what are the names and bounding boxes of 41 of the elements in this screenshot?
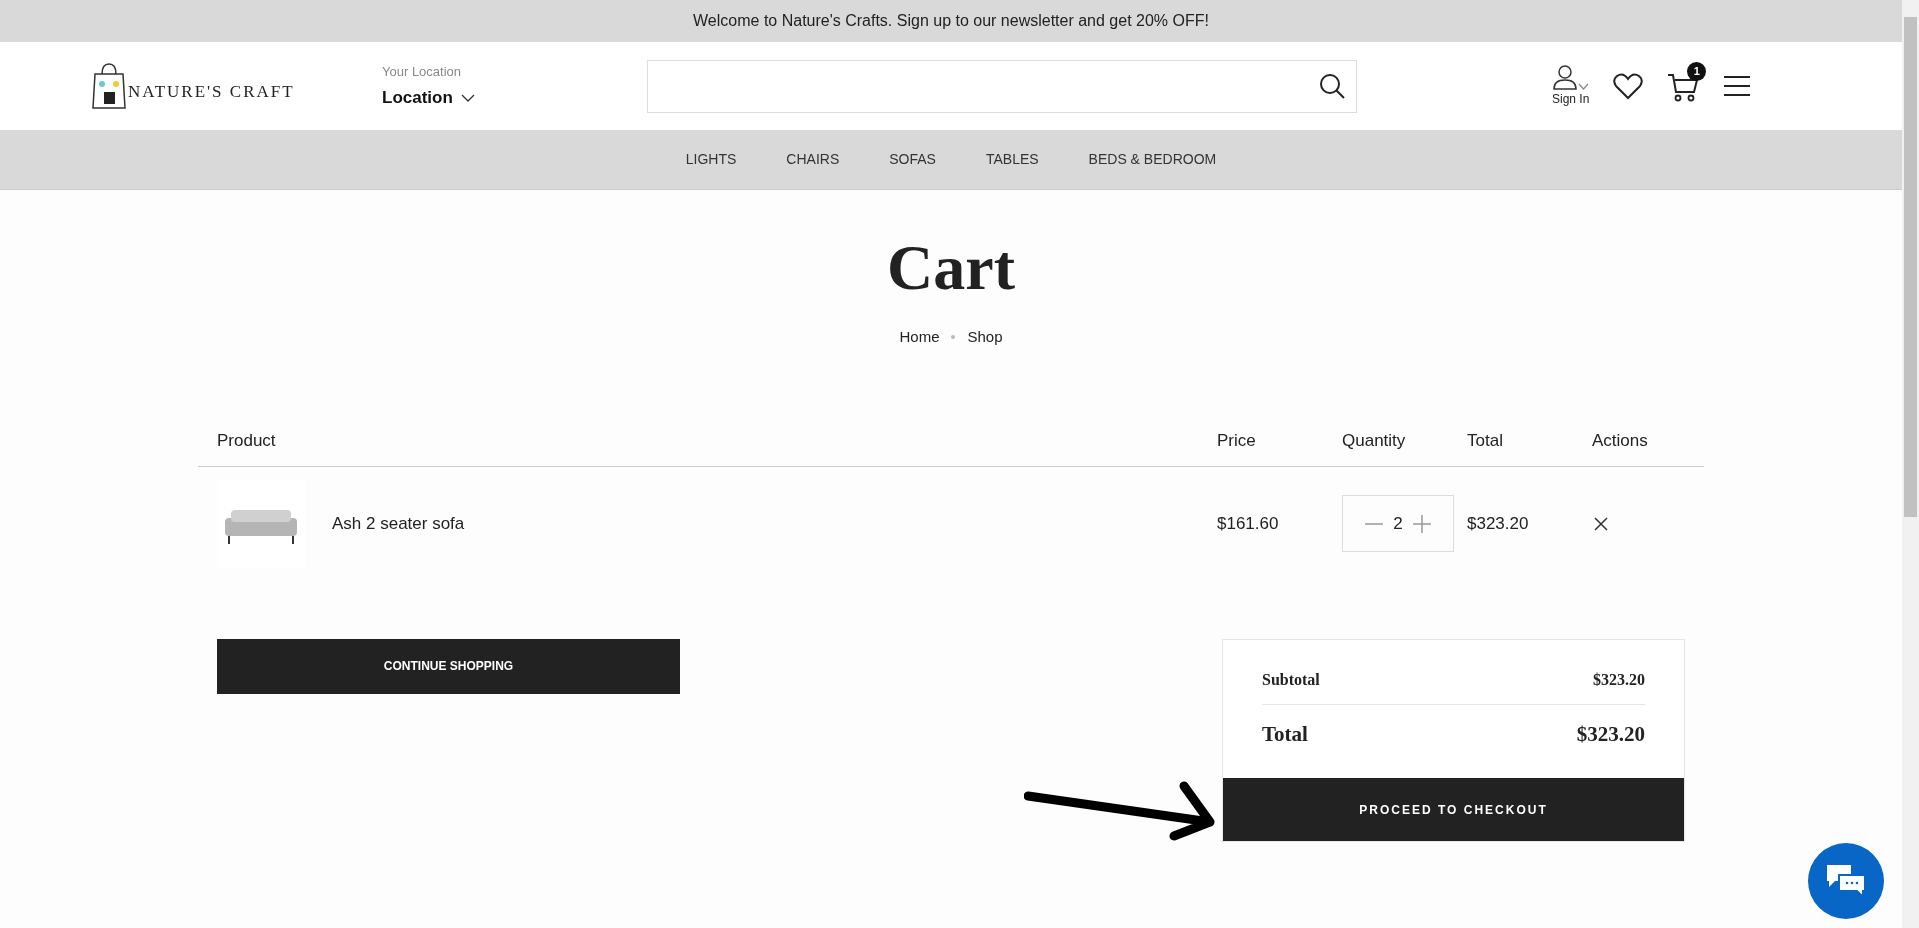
column-header: Total: [1467, 430, 1504, 453]
product-name[interactable]: Ash 2 seater sofa: [332, 510, 465, 537]
breadcrumb-link[interactable]: Shop: [967, 326, 1003, 349]
continue-shopping-button[interactable]: CONTINUE SHOPPING: [217, 638, 680, 694]
total-value: $323.20: [1576, 720, 1645, 748]
total-label: Total: [1262, 720, 1308, 748]
breadcrumb-separator: [951, 335, 956, 340]
shopping-bag-logo-icon: [92, 62, 126, 110]
column-header: Quantity: [1342, 430, 1407, 453]
subtotal-value: $323.20: [1593, 669, 1645, 690]
column-header: Price: [1217, 430, 1257, 453]
price-cell-text: $161.60: [1217, 512, 1280, 535]
heart-icon[interactable]: [1613, 72, 1644, 100]
announcement-text: Welcome to Nature's Crafts. Sign up to our newsletter and get 20% OFF!: [693, 11, 1209, 31]
page-title: Cart: [886, 231, 1016, 305]
user-icon: [1552, 64, 1579, 90]
chevron-down-icon: [1578, 83, 1590, 90]
location-label: Your Location: [382, 62, 463, 81]
breadcrumb-link[interactable]: Home: [899, 326, 940, 349]
proceed-to-checkout-button[interactable]: PROCEED TO CHECKOUT: [1223, 778, 1684, 841]
chevron-down-icon: [460, 93, 475, 102]
column-header: Product: [216, 430, 277, 453]
total-cell-text: $323.20: [1467, 512, 1530, 535]
search-field[interactable]: [647, 59, 1357, 113]
search-icon[interactable]: [1318, 72, 1346, 100]
menu-icon[interactable]: [1723, 75, 1752, 97]
nav-link[interactable]: LIGHTS: [685, 149, 737, 170]
subtotal-label: Subtotal: [1262, 669, 1320, 690]
nav-link[interactable]: BEDS & BEDROOM: [1088, 149, 1217, 170]
nav-link[interactable]: CHAIRS: [786, 149, 840, 170]
cart-count-badge: 1: [1687, 62, 1707, 81]
account-button[interactable]: Sign In: [1552, 64, 1590, 108]
logo-text: NATURE'S CRAFT: [128, 80, 295, 103]
column-header: Actions: [1592, 430, 1649, 453]
quantity-value: 2: [1393, 512, 1403, 535]
close-icon[interactable]: [1594, 516, 1608, 531]
scrollbar[interactable]: [1902, 0, 1919, 928]
nav-link[interactable]: SOFAS: [889, 149, 936, 170]
nav-link[interactable]: TABLES: [985, 149, 1039, 170]
location-dropdown[interactable]: Location: [382, 85, 647, 111]
logo[interactable]: NATURE'S CRAFT: [92, 62, 382, 110]
